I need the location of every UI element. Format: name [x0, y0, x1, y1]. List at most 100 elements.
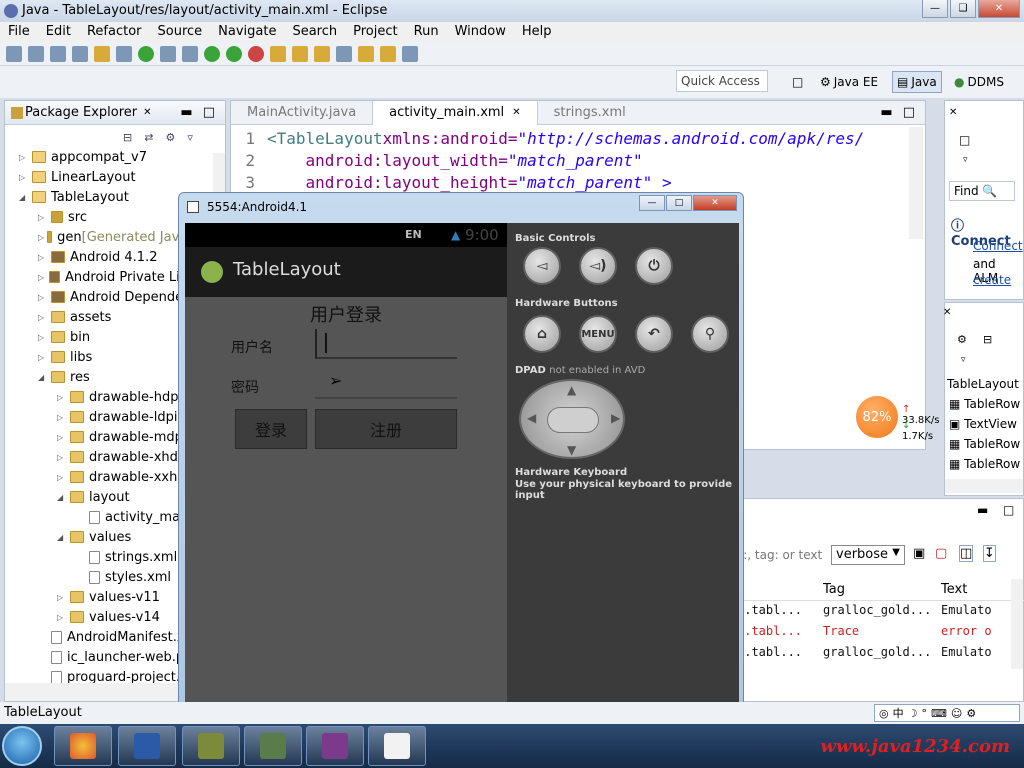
outline-item[interactable]: ▦ TableRow [949, 437, 1020, 451]
clear-log-icon[interactable]: ▢ [935, 546, 947, 561]
outline-menu-icon[interactable]: ⚙ [957, 333, 967, 346]
login-button[interactable]: 登录 [235, 409, 307, 449]
collapse-all-icon[interactable]: ⊟ [123, 131, 132, 144]
new-task-icon[interactable]: □ [959, 133, 970, 147]
outline-item[interactable]: ▦ TableRow [949, 457, 1020, 471]
download-icon[interactable] [116, 45, 132, 62]
log-row[interactable]: 4.tabl... gralloc_gold... Emulato [737, 599, 1007, 620]
maximize-button[interactable]: ❑ [950, 0, 976, 18]
minimize-view-icon[interactable]: ▬ [977, 503, 988, 517]
device-screen[interactable]: EN ▲ 9:00 TableLayout 用户登录 用户名 密码 ➢ 登录 注… [185, 223, 507, 703]
save-log-icon[interactable]: ▣ [913, 546, 925, 561]
collapsed-icon[interactable]: ▷ [38, 293, 48, 302]
back-button[interactable]: ↶ [635, 315, 673, 353]
back-icon[interactable] [358, 45, 374, 62]
tab-strings[interactable]: strings.xml [538, 101, 642, 125]
collapsed-icon[interactable]: ▷ [19, 173, 29, 182]
new-icon[interactable] [6, 45, 22, 62]
outline-item[interactable]: ▦ TableRow [949, 397, 1020, 411]
forward-icon[interactable] [380, 45, 396, 62]
collapsed-icon[interactable]: ▷ [38, 333, 48, 342]
menu-source[interactable]: Source [150, 22, 211, 42]
run-icon[interactable] [226, 45, 242, 62]
connect-link[interactable]: Connect [973, 239, 1023, 253]
open-type-icon[interactable] [270, 45, 286, 62]
skip-breakpoints-icon[interactable] [94, 45, 110, 62]
taskbar-media-player[interactable] [54, 726, 112, 766]
menu-window[interactable]: Window [447, 22, 514, 42]
menu-edit[interactable]: Edit [38, 22, 79, 42]
close-button[interactable]: ✕ [978, 0, 1020, 18]
save-icon[interactable] [28, 45, 44, 62]
collapsed-icon[interactable]: ▷ [57, 613, 67, 622]
search-button[interactable]: ⚲ [691, 315, 729, 353]
start-button[interactable] [2, 726, 42, 766]
link-editor-icon[interactable]: ⇄ [144, 131, 153, 144]
log-scrollbar[interactable] [1011, 579, 1023, 669]
collapsed-icon[interactable]: ▷ [38, 353, 48, 362]
dpad-center[interactable] [547, 407, 599, 433]
outline-hscrollbar[interactable] [945, 479, 1023, 493]
collapsed-icon[interactable]: ▷ [57, 393, 67, 402]
outline-item[interactable]: ▣ TextView [949, 417, 1017, 431]
taskbar-word[interactable] [118, 726, 176, 766]
expanded-icon[interactable]: ◢ [38, 373, 48, 382]
taskbar-eclipse[interactable] [306, 726, 364, 766]
volume-down-button[interactable]: ◅ [523, 247, 561, 285]
print-icon[interactable] [72, 45, 88, 62]
tree-item[interactable]: ▷ appcompat_v7 [5, 147, 225, 167]
close-tab-icon[interactable]: ✕ [949, 107, 957, 118]
maximize-editor-icon[interactable]: □ [903, 105, 915, 120]
save-all-icon[interactable] [50, 45, 66, 62]
collapsed-icon[interactable]: ▷ [57, 473, 67, 482]
expanded-icon[interactable]: ◢ [57, 533, 67, 542]
ime-toolbar[interactable]: ◎ 中 ☽ ° ⌨ ☺ ⚙ [874, 704, 1020, 722]
dropdown-icon[interactable]: ▿ [963, 155, 968, 165]
collapse-icon[interactable]: ⊟ [983, 333, 992, 346]
menu-project[interactable]: Project [345, 22, 405, 42]
username-field[interactable] [315, 329, 457, 359]
editor-scrollbar[interactable] [909, 127, 923, 239]
scroll-lock-icon[interactable]: ↧ [983, 545, 996, 562]
debug-icon[interactable] [204, 45, 220, 62]
perspective-java[interactable]: ▤ Java [892, 71, 942, 93]
collapsed-icon[interactable]: ▷ [57, 593, 67, 602]
collapsed-icon[interactable]: ▷ [38, 233, 44, 242]
outline-root[interactable]: TableLayout [947, 377, 1019, 391]
log-row[interactable]: 4.tabl... gralloc_gold... Emulato [737, 641, 1007, 662]
tree-item[interactable]: ▷ LinearLayout [5, 167, 225, 187]
tab-activity-main[interactable]: activity_main.xml ✕ [372, 100, 538, 125]
dpad[interactable]: ▲ ▼ ◀ ▶ [519, 379, 625, 459]
register-button[interactable]: 注册 [315, 409, 457, 449]
log-level-select[interactable]: verbose ▼ [831, 545, 905, 565]
code-area[interactable]: 1 <TableLayout xmlns:android= "http://sche… [231, 127, 864, 193]
search-icon[interactable] [314, 45, 330, 62]
quick-access-input[interactable]: Quick Access [676, 70, 768, 92]
minimize-editor-icon[interactable]: ▬ [880, 105, 892, 120]
expanded-icon[interactable]: ◢ [57, 493, 67, 502]
emu-maximize-button[interactable]: □ [666, 195, 692, 211]
menu-button[interactable]: MENU [579, 315, 617, 353]
taskbar-app[interactable] [182, 726, 240, 766]
find-input[interactable]: Find 🔍 [949, 181, 1015, 201]
menu-navigate[interactable]: Navigate [210, 22, 284, 42]
open-perspective-button[interactable]: □ [788, 71, 807, 93]
tab-mainactivity[interactable]: MainActivity.java [231, 101, 372, 125]
external-tools-icon[interactable] [248, 45, 264, 62]
maximize-view-icon[interactable]: □ [1003, 503, 1014, 517]
close-tab-icon[interactable]: ✕ [512, 107, 520, 118]
close-tab-icon[interactable]: ✕ [943, 307, 951, 318]
menu-file[interactable]: File [0, 22, 38, 42]
expanded-icon[interactable]: ◢ [19, 193, 29, 202]
emu-minimize-button[interactable]: — [639, 195, 665, 211]
collapsed-icon[interactable]: ▷ [57, 453, 67, 462]
volume-up-button[interactable]: ◅) [579, 247, 617, 285]
dropdown-icon[interactable]: ▿ [187, 131, 193, 144]
network-speed-widget[interactable]: 82% ↑ 33.8K/s ↓ 1.7K/s [854, 394, 944, 442]
minimize-view-icon[interactable]: ▬ [180, 105, 192, 120]
annotation-icon[interactable] [336, 45, 352, 62]
menu-help[interactable]: Help [514, 22, 560, 42]
log-row[interactable]: 4.tabl... Trace error o [737, 620, 1007, 641]
collapsed-icon[interactable]: ▷ [57, 413, 67, 422]
emu-close-button[interactable]: ✕ [693, 195, 737, 211]
